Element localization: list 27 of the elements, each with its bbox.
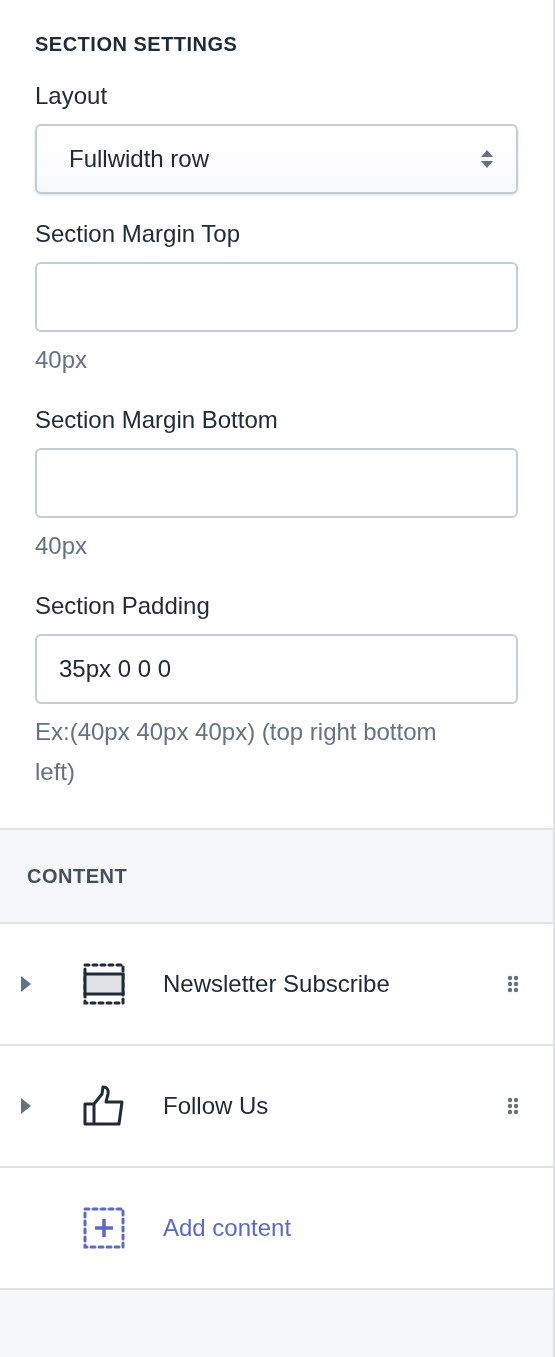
field-label: Layout: [35, 81, 109, 111]
input-field[interactable]: [35, 448, 518, 518]
content-heading: CONTENT: [27, 864, 128, 889]
field-label: Section Margin Bottom: [35, 405, 279, 435]
item-label: Newsletter Subscribe: [163, 969, 391, 999]
select-arrows-icon: [480, 149, 494, 169]
thumbs-up-icon: [83, 1085, 125, 1127]
section-heading: SECTION SETTINGS: [35, 32, 239, 57]
help-text: Ex:(40px 40px 40px) (top right bottom left): [35, 717, 438, 787]
content-item[interactable]: Newsletter Subscribe: [0, 924, 553, 1046]
field-label: Section Margin Top: [35, 219, 241, 249]
add-icon: [83, 1207, 125, 1249]
drag-handle-icon[interactable]: [507, 975, 519, 993]
expand-caret-icon[interactable]: [20, 975, 32, 993]
field-label: Section Padding: [35, 591, 211, 621]
help-text: 40px: [35, 345, 89, 375]
item-label: Follow Us: [163, 1091, 270, 1121]
input-field[interactable]: 35px 0 0 0: [35, 634, 518, 704]
content-item[interactable]: Follow Us: [0, 1046, 553, 1168]
drag-handle-icon[interactable]: [507, 1097, 519, 1115]
add-content-button[interactable]: Add content: [0, 1168, 553, 1290]
help-text: 40px: [35, 531, 89, 561]
input-field[interactable]: [35, 262, 518, 332]
layout-select[interactable]: Fullwidth row: [35, 124, 518, 194]
banner-icon: [83, 963, 125, 1005]
select-value: Fullwidth row: [69, 144, 210, 174]
expand-caret-icon[interactable]: [20, 1097, 32, 1115]
